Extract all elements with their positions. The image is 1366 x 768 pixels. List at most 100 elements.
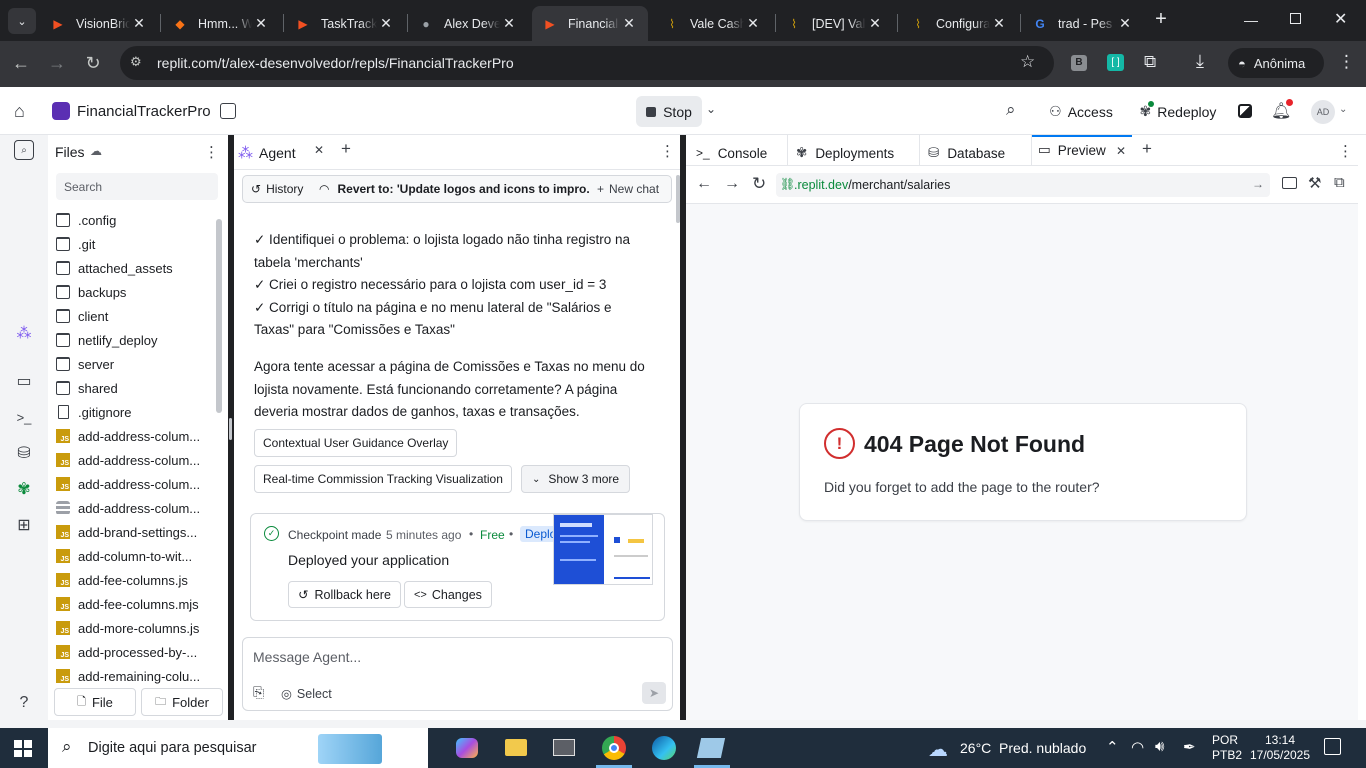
copilot-icon[interactable]	[456, 738, 478, 758]
file-tree-item[interactable]: JS add-address-colum...	[56, 473, 216, 495]
mail-icon[interactable]	[553, 739, 575, 756]
browser-tab[interactable]: ⌇ [DEV] Vale✕	[776, 6, 894, 41]
site-info-icon[interactable]: ⚙	[130, 54, 142, 70]
taskbar-search-box[interactable]: ⌕ Digite aqui para pesquisar	[48, 728, 428, 768]
close-preview-tab-icon[interactable]: ✕	[1116, 144, 1126, 158]
preview-back-icon[interactable]: ←	[696, 175, 712, 193]
chrome-icon[interactable]	[602, 736, 626, 760]
new-folder-button[interactable]: 🗀︎ Folder	[141, 688, 223, 716]
task-view-icon[interactable]: ⊟	[406, 738, 420, 758]
forward-icon[interactable]: →	[46, 53, 68, 74]
send-button[interactable]: ➤	[642, 682, 666, 704]
rollback-button[interactable]: ↺ Rollback here	[288, 581, 401, 608]
close-tab-icon[interactable]: ✕	[377, 15, 395, 32]
device-icon[interactable]	[1282, 177, 1297, 189]
help-icon[interactable]: ?	[12, 691, 36, 715]
preview-menu-icon[interactable]: ⋮	[1338, 142, 1353, 160]
pen-icon[interactable]: ✒	[1183, 738, 1196, 756]
extension-bracket-icon[interactable]: [ ]	[1107, 54, 1124, 71]
agent-menu-icon[interactable]: ⋮	[660, 142, 675, 160]
new-chat-button[interactable]: + New chat	[597, 182, 659, 196]
browser-tab[interactable]: ◆ Hmm... W ✕	[162, 6, 280, 41]
browser-tab[interactable]: ● Alex Deve ✕	[408, 6, 528, 41]
access-button[interactable]: ⚇ Access	[1038, 96, 1124, 127]
show-more-button[interactable]: ⌄ Show 3 more	[521, 465, 631, 493]
close-window-icon[interactable]: ✕	[1334, 9, 1347, 29]
browser-tab[interactable]: ⌇ Configura ✕	[900, 6, 1018, 41]
file-tree-item[interactable]: .config	[56, 209, 216, 231]
tab-deployments[interactable]: ✾ Deployments	[796, 142, 894, 164]
redeploy-button[interactable]: ✾ Redeploy	[1130, 96, 1226, 127]
search-icon[interactable]: ⌕	[1006, 100, 1016, 120]
bookmark-star-icon[interactable]: ☆	[1020, 52, 1035, 72]
project-name[interactable]: FinancialTrackerPro	[77, 103, 211, 120]
address-bar[interactable]: ⚙ replit.com/t/alex-desenvolvedor/repls/…	[120, 46, 1054, 80]
file-tree-item[interactable]: JS add-processed-by-...	[56, 641, 216, 663]
message-agent-input[interactable]: Message Agent... ⎘ ◎ Select ➤	[242, 637, 673, 711]
file-tree-item[interactable]: attached_assets	[56, 257, 216, 279]
file-tree-item[interactable]: JS add-more-columns.js	[56, 617, 216, 639]
changes-button[interactable]: <> Changes	[404, 581, 492, 608]
file-tree-item[interactable]: JS add-brand-settings...	[56, 521, 216, 543]
file-tree-item[interactable]: JS add-fee-columns.mjs	[56, 593, 216, 615]
file-tree-item[interactable]: JS add-address-colum...	[56, 449, 216, 471]
app-icon[interactable]	[696, 738, 726, 758]
show-hidden-icons-icon[interactable]: ⌃	[1106, 738, 1119, 756]
all-tools-icon[interactable]: ⊞	[12, 513, 36, 537]
home-icon[interactable]: ⌂	[14, 101, 34, 121]
suggestion-chip[interactable]: Contextual User Guidance Overlay	[254, 429, 458, 457]
user-avatar[interactable]: AD	[1311, 100, 1335, 124]
restore-icon[interactable]	[1290, 13, 1301, 24]
layout-icon[interactable]	[220, 103, 236, 119]
close-tab-icon[interactable]: ✕	[252, 15, 270, 32]
avatar-chevron-icon[interactable]: ⌄	[1339, 104, 1347, 115]
browser-tab-active[interactable]: ▶ Financial T✕	[532, 6, 648, 41]
file-explorer-icon[interactable]	[505, 739, 527, 756]
download-icon[interactable]: ⤓	[1196, 51, 1204, 72]
windows-start-icon[interactable]	[14, 740, 32, 757]
file-tree-item[interactable]: JS add-address-colum...	[56, 425, 216, 447]
multiplayer-icon[interactable]	[1238, 104, 1252, 118]
attach-icon[interactable]: ⎘	[253, 684, 264, 701]
close-tab-icon[interactable]: ✕	[620, 15, 638, 32]
tab-search-button[interactable]: ⌄	[8, 8, 36, 34]
file-tree-item[interactable]: add-address-colum...	[56, 497, 216, 519]
close-tab-icon[interactable]: ✕	[990, 15, 1008, 32]
back-icon[interactable]: ←	[10, 53, 32, 74]
suggestion-chip[interactable]: Real-time Commission Tracking Visualizat…	[254, 465, 512, 493]
file-tree-item[interactable]: server	[56, 353, 216, 375]
extension-b-icon[interactable]: B	[1071, 55, 1087, 71]
file-tree-item[interactable]: JS add-column-to-wit...	[56, 545, 216, 567]
devtools-wrench-icon[interactable]: ⚒	[1308, 174, 1321, 192]
clock[interactable]: 13:14 17/05/2025	[1248, 733, 1312, 763]
weather-text[interactable]: 26°C Pred. nublado	[960, 740, 1086, 756]
add-tab-icon[interactable]: +	[341, 139, 351, 159]
notifications-bell-icon[interactable]: 🔔︎	[1271, 99, 1294, 121]
tab-preview-active[interactable]: ▭ Preview ✕	[1032, 135, 1132, 165]
close-tab-icon[interactable]: ✕	[1116, 15, 1134, 32]
edge-icon[interactable]	[652, 736, 676, 760]
file-tree-item[interactable]: client	[56, 305, 216, 327]
file-tree-item[interactable]: backups	[56, 281, 216, 303]
database-icon[interactable]: ⛁	[12, 441, 36, 465]
preview-reload-icon[interactable]: ↻	[752, 174, 766, 194]
file-tree-item[interactable]: .git	[56, 233, 216, 255]
stop-button[interactable]: Stop	[636, 96, 702, 127]
network-icon[interactable]: ◠	[1131, 738, 1144, 756]
minimize-icon[interactable]: —	[1244, 12, 1258, 28]
incognito-profile-button[interactable]: ◓ Anônima	[1228, 48, 1324, 78]
files-scrollbar[interactable]	[216, 219, 222, 413]
file-search-input[interactable]: Search	[56, 173, 218, 200]
history-button[interactable]: ↺ History	[251, 182, 303, 196]
close-tab-icon[interactable]: ✕	[500, 15, 518, 32]
close-agent-tab-icon[interactable]: ✕	[314, 143, 324, 157]
go-arrow-icon[interactable]: →	[1252, 177, 1264, 191]
deployment-screenshot-thumbnail[interactable]	[553, 514, 653, 585]
console-icon[interactable]: >_	[12, 405, 36, 429]
file-tree-item[interactable]: shared	[56, 377, 216, 399]
browser-tab[interactable]: ▶ TaskTrack ✕	[285, 6, 405, 41]
browser-tab[interactable]: ▶ VisionBric ✕	[40, 6, 158, 41]
revert-button[interactable]: ◠ Revert to: 'Update logos and icons to i…	[319, 182, 589, 196]
close-tab-icon[interactable]: ✕	[866, 15, 884, 32]
chevron-down-icon[interactable]: ⌄	[706, 102, 716, 116]
